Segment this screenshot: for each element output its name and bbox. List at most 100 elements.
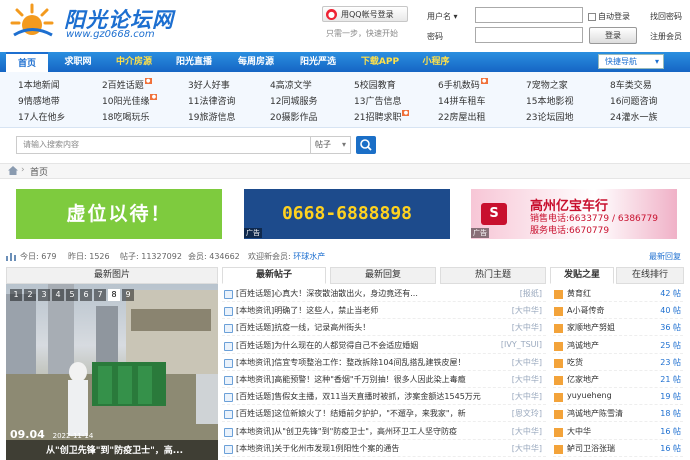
- category-link[interactable]: 1本地新闻: [18, 78, 60, 91]
- post-row[interactable]: [本地资讯]明确了！这些人，禁止当老师 [大中华]: [222, 303, 546, 320]
- post-title[interactable]: 明确了！这些人，禁止当老师: [274, 306, 378, 315]
- category-link[interactable]: 22房屋出租: [438, 110, 485, 123]
- post-category[interactable]: [百姓话题]: [236, 409, 274, 418]
- post-category[interactable]: [百姓话题]: [236, 289, 274, 298]
- post-text[interactable]: [百姓话题]售假女主播，双11当天直播时被抓，涉案金额达1545万元: [236, 391, 481, 402]
- category-link[interactable]: 5校园教育: [354, 78, 396, 91]
- category-link[interactable]: 12同城服务: [270, 94, 317, 107]
- post-row[interactable]: [百姓话题]心真大！深夜散油散出火，身边竟还有... [报纸]: [222, 286, 546, 302]
- tab-posting-stars[interactable]: 发贴之星: [550, 267, 614, 284]
- post-title[interactable]: 从"创卫先锋"到"防疫卫士"，高州环卫工人坚守防疫: [274, 427, 457, 436]
- category-link[interactable]: 15本地影视: [526, 94, 573, 107]
- post-row[interactable]: [本地资讯]高能预警！这种"香烟"千万别抽！很多人因此染上毒瘾 [大中华]: [222, 372, 546, 388]
- post-title[interactable]: 为什么现在的人都觉得自己不会适应婚姻: [274, 341, 418, 350]
- post-title[interactable]: 信宜专项整治工作：整改拆除104间乱搭乱建铁皮屋！: [274, 358, 465, 367]
- post-row[interactable]: [本地资讯]信宜专项整治工作：整改拆除104间乱搭乱建铁皮屋！ [大中华]: [222, 355, 546, 371]
- post-author[interactable]: [大中华]: [512, 322, 542, 333]
- latest-reply-link[interactable]: 最新回复: [649, 251, 681, 262]
- rank-user[interactable]: 大中华: [567, 426, 591, 437]
- post-text[interactable]: [百姓话题]这位新娘火了！结婚前夕护护，"不遛孕，来我家"，新: [236, 408, 466, 419]
- post-title[interactable]: 高能预警！这种"香烟"千万别抽！很多人因此染上毒瘾: [274, 375, 465, 384]
- category-link[interactable]: 3好人好事: [188, 78, 230, 91]
- rank-row[interactable]: A小哥传奇 40 帖: [553, 303, 683, 320]
- photo-page-button[interactable]: 5: [66, 289, 78, 301]
- post-text[interactable]: [百姓话题]为什么现在的人都觉得自己不会适应婚姻: [236, 340, 418, 351]
- find-password-link[interactable]: 找回密码: [650, 11, 682, 22]
- post-category[interactable]: [本地资讯]: [236, 375, 274, 384]
- category-link[interactable]: 24灌水一族: [610, 110, 657, 123]
- category-link[interactable]: 16问题咨询: [610, 94, 657, 107]
- category-link[interactable]: 6手机数码 ●: [438, 78, 488, 91]
- post-title[interactable]: 售假女主播，双11当天直播时被抓，涉案金额达1545万元: [274, 392, 481, 401]
- search-type-select[interactable]: 帖子 ▾: [311, 136, 351, 154]
- rank-row[interactable]: 家顺地产努姐 36 帖: [553, 320, 683, 337]
- post-text[interactable]: [本地资讯]信宜专项整治工作：整改拆除104间乱搭乱建铁皮屋！: [236, 357, 466, 368]
- photo-page-button[interactable]: 4: [52, 289, 64, 301]
- rank-row[interactable]: 黄育红 42 帖: [553, 286, 683, 302]
- post-category[interactable]: [百姓话题]: [236, 392, 274, 401]
- post-author[interactable]: [大中华]: [512, 305, 542, 316]
- rank-row[interactable]: yuyueheng 19 帖: [553, 389, 683, 406]
- nav-selection[interactable]: 阳光严选: [292, 52, 344, 72]
- post-category[interactable]: [百姓话题]: [236, 341, 274, 350]
- post-category[interactable]: [本地资讯]: [236, 427, 274, 436]
- post-author[interactable]: [大中华]: [512, 374, 542, 385]
- category-link[interactable]: 18吃喝玩乐: [102, 110, 149, 123]
- rank-row[interactable]: 亿家地产 21 帖: [553, 372, 683, 388]
- post-row[interactable]: [百姓话题]为什么现在的人都觉得自己不会适应婚姻 [IVY_TSUI]: [222, 338, 546, 354]
- quick-nav-dropdown[interactable]: 快捷导航 ▾: [598, 54, 664, 69]
- search-input[interactable]: 请输入搜索内容: [16, 136, 311, 154]
- category-link[interactable]: 9情感地带: [18, 94, 60, 107]
- new-member-link[interactable]: 环球水产: [293, 252, 325, 261]
- post-title[interactable]: 这位新娘火了！结婚前夕护护，"不遛孕，来我家"，新: [274, 409, 465, 418]
- rank-row[interactable]: 鸿诚地产 25 帖: [553, 338, 683, 354]
- rank-user[interactable]: yuyueheng: [567, 391, 612, 400]
- post-category[interactable]: [本地资讯]: [236, 358, 274, 367]
- rank-row[interactable]: 鲈司卫浴张瑞 16 帖: [553, 441, 683, 457]
- sun-logo-icon[interactable]: [8, 2, 56, 42]
- photo-caption[interactable]: 从"创卫先锋"到"防疫卫士"，高...: [46, 443, 183, 456]
- rank-user[interactable]: 鸿诚地产陈雪清: [567, 408, 623, 419]
- photo-page-button[interactable]: 8: [108, 289, 120, 301]
- rank-row[interactable]: 吃货 23 帖: [553, 355, 683, 371]
- rank-user[interactable]: A小哥传奇: [567, 305, 604, 316]
- rank-row[interactable]: 大中华 16 帖: [553, 424, 683, 440]
- post-title[interactable]: 心真大！深夜散油散出火，身边竟还有...: [274, 289, 418, 298]
- post-category[interactable]: [百姓话题]: [236, 323, 274, 332]
- post-row[interactable]: [百姓话题]这位新娘火了！结婚前夕护护，"不遛孕，来我家"，新 [恩文玲]: [222, 406, 546, 423]
- photo-page-button[interactable]: 7: [94, 289, 106, 301]
- category-link[interactable]: 13广告信息: [354, 94, 401, 107]
- nav-home[interactable]: 首页: [6, 52, 48, 72]
- tab-latest-replies[interactable]: 最新回复: [330, 267, 436, 284]
- register-link[interactable]: 注册会员: [650, 31, 682, 42]
- login-button[interactable]: 登录: [589, 27, 637, 44]
- nav-download-app[interactable]: 下载APP: [354, 52, 406, 72]
- category-link[interactable]: 11法律咨询: [188, 94, 235, 107]
- post-row[interactable]: [百姓话题]售假女主播，双11当天直播时被抓，涉案金额达1545万元 [大中华]: [222, 389, 546, 406]
- post-author[interactable]: [大中华]: [512, 357, 542, 368]
- post-author[interactable]: [大中华]: [512, 391, 542, 402]
- nav-agency-housing[interactable]: 中介房源: [108, 52, 160, 72]
- rank-row[interactable]: 鸿诚地产陈雪清 18 帖: [553, 406, 683, 423]
- password-input[interactable]: [475, 27, 583, 43]
- checkbox-icon[interactable]: [588, 12, 596, 21]
- category-link[interactable]: 2百姓话题 ●: [102, 78, 152, 91]
- ad-banner-phone[interactable]: 0668-6888898: [244, 189, 450, 239]
- tab-online-ranking[interactable]: 在线排行: [616, 267, 684, 284]
- rank-user[interactable]: 吃货: [567, 357, 583, 368]
- post-author[interactable]: [报纸]: [520, 288, 542, 299]
- category-link[interactable]: 17人在他乡: [18, 110, 65, 123]
- post-author[interactable]: [IVY_TSUI]: [501, 340, 542, 349]
- post-title[interactable]: 抗疫一线，记录高州街头！: [274, 323, 370, 332]
- post-row[interactable]: [本地资讯]关于化州市发现1例阳性个案的通告 [大中华]: [222, 441, 546, 457]
- rank-user[interactable]: 鸿诚地产: [567, 340, 599, 351]
- category-link[interactable]: 21招聘求职 ●: [354, 110, 410, 123]
- post-text[interactable]: [本地资讯]明确了！这些人，禁止当老师: [236, 305, 378, 316]
- post-text[interactable]: [本地资讯]从"创卫先锋"到"防疫卫士"，高州环卫工人坚守防疫: [236, 426, 457, 437]
- post-row[interactable]: [本地资讯]从"创卫先锋"到"防疫卫士"，高州环卫工人坚守防疫 [大中华]: [222, 424, 546, 440]
- username-input[interactable]: [475, 7, 583, 23]
- nav-mini-program[interactable]: 小程序: [414, 52, 458, 72]
- category-link[interactable]: 7宠物之家: [526, 78, 568, 91]
- category-link[interactable]: 14拼车租车: [438, 94, 485, 107]
- photo-page-button[interactable]: 1: [10, 289, 22, 301]
